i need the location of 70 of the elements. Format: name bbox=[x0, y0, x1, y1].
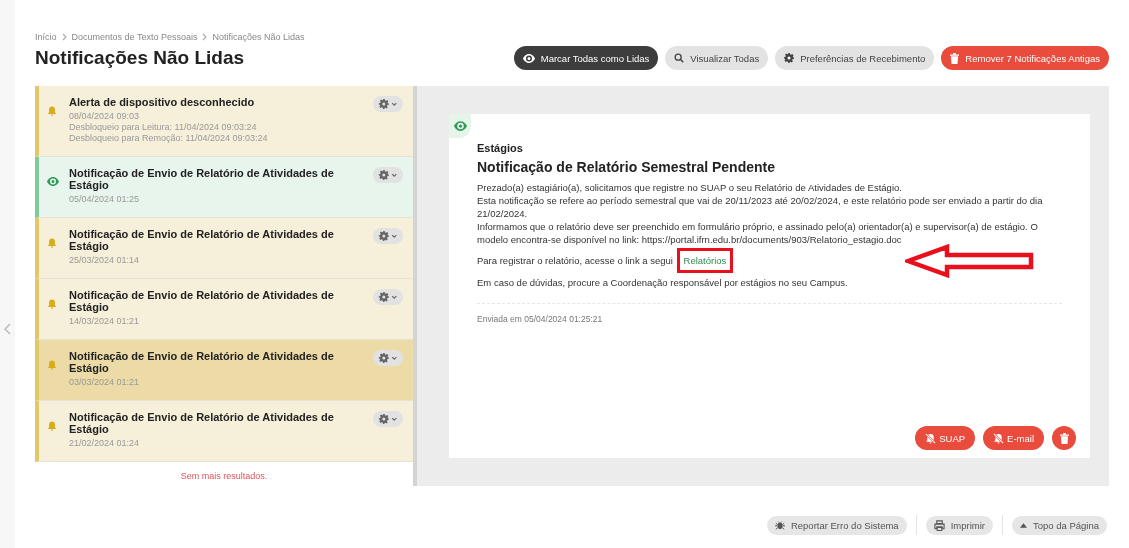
bell-icon bbox=[47, 421, 57, 431]
mute-button[interactable]: SUAP bbox=[915, 426, 976, 450]
search-icon bbox=[674, 53, 685, 63]
action-button[interactable]: Remover 7 Notificações Antigas bbox=[941, 46, 1109, 70]
message-paragraph: Esta notificação se refere ao período semestral que vai de 20/11/2023 até 20/02/2024, e este relatório pode ser enviado a partir do dia 21/02/2024. bbox=[477, 194, 1044, 220]
category-label: Estágios bbox=[477, 142, 524, 154]
notification-title: Notificação de Envio de Relatório de Atividades de Estágio bbox=[69, 228, 334, 252]
message-paragraph: Em caso de dúvidas, procure a Coordenação responsável por estágios no seu Campus. bbox=[477, 276, 849, 289]
bell-icon bbox=[47, 299, 57, 309]
bell-slash-icon bbox=[993, 432, 1005, 444]
bell-icon bbox=[47, 238, 57, 248]
eye-icon bbox=[449, 114, 471, 138]
breadcrumb-link[interactable]: Início bbox=[35, 32, 57, 42]
settings-dropdown-button[interactable] bbox=[373, 289, 403, 305]
notification-date: 25/03/2024 01:14 bbox=[69, 255, 141, 265]
breadcrumb-link[interactable]: Documentos de Texto Pessoais bbox=[71, 32, 198, 42]
settings-dropdown-button[interactable] bbox=[373, 167, 403, 183]
notification-detail: Desbloqueio para Leitura: 11/04/2024 09:03:24 bbox=[69, 122, 258, 132]
notification-date: 21/02/2024 01:24 bbox=[69, 438, 141, 448]
message-paragraph: Prezado(a) estagiário(a), solicitamos que registre no SUAP o seu Relatório de Atividades de Estágio. bbox=[477, 181, 903, 194]
bell-icon bbox=[47, 360, 57, 370]
notification-title: Notificação de Envio de Relatório de Atividades de Estágio bbox=[69, 167, 334, 191]
delete-button[interactable] bbox=[1052, 426, 1076, 450]
settings-dropdown-button[interactable] bbox=[373, 350, 403, 366]
eye-icon bbox=[522, 53, 535, 63]
message-paragraph: Informamos que o relatório deve ser preenchido em formulário próprio, e assinado pelo(a) orientador(a) e supervisor(a) de estágio. O modelo encontra-se disponível no link: https://portal.ifrn.edu.br/documents/903/Relatorio_estagio.doc bbox=[477, 220, 1039, 246]
breadcrumb-link[interactable]: Notificações Não Lidas bbox=[212, 32, 305, 42]
chevron-right-icon bbox=[61, 33, 67, 41]
reports-link[interactable]: Relatórios bbox=[683, 255, 727, 266]
notification-detail: Desbloqueio para Remoção: 11/04/2024 09:03:24 bbox=[69, 133, 269, 143]
bell-icon bbox=[47, 106, 57, 116]
page-title: Notificações Não Lidas bbox=[35, 47, 245, 69]
notification-item[interactable]: Notificação de Envio de Relatório de Atividades de Estágio 14/03/2024 01:21 bbox=[35, 279, 413, 340]
eye-icon bbox=[47, 177, 59, 186]
notification-date: 03/03/2024 01:21 bbox=[69, 377, 141, 387]
no-more-results-text: Sem mais resultados. bbox=[179, 471, 269, 481]
notification-item[interactable]: Notificação de Envio de Relatório de Atividades de Estágio 21/02/2024 01:24 bbox=[35, 401, 413, 462]
footer-button[interactable]: Topo da Página bbox=[1011, 515, 1107, 535]
trash-icon bbox=[950, 52, 960, 64]
message-paragraph: Para registrar o relatório, acesse o link a segui bbox=[477, 255, 673, 266]
printer-icon bbox=[933, 519, 945, 531]
notification-title: Alerta de dispositivo desconhecido bbox=[69, 96, 256, 108]
notification-date: 08/04/2024 09:03 bbox=[69, 111, 141, 121]
highlight-box bbox=[676, 248, 734, 273]
bell-slash-icon bbox=[925, 432, 937, 444]
notification-item[interactable]: Notificação de Envio de Relatório de Atividades de Estágio 05/04/2024 01:25 bbox=[35, 157, 413, 218]
chevron-right-icon bbox=[202, 33, 208, 41]
action-button[interactable]: Visualizar Todas bbox=[665, 46, 769, 70]
notification-item[interactable]: Notificação de Envio de Relatório de Atividades de Estágio 25/03/2024 01:14 bbox=[35, 218, 413, 279]
notification-title: Notificação de Envio de Relatório de Atividades de Estágio bbox=[69, 289, 334, 313]
notification-title: Notificação de Envio de Relatório de Atividades de Estágio bbox=[69, 411, 334, 435]
mute-button[interactable]: E-mail bbox=[983, 426, 1044, 450]
sent-date: Enviada em 05/04/2024 01:25:21 bbox=[477, 314, 604, 324]
settings-dropdown-button[interactable] bbox=[373, 411, 403, 427]
action-button[interactable]: Marcar Todas como Lidas bbox=[513, 46, 659, 70]
notification-item[interactable]: Alerta de dispositivo desconhecido 08/04/2024 09:03 Desbloqueio para Leitura: 11/04/2024 09:03:24 Desbloqueio para Remoção: 11/04/2024 09:03:24 bbox=[35, 86, 413, 157]
notification-item[interactable]: Notificação de Envio de Relatório de Atividades de Estágio 03/03/2024 01:21 bbox=[35, 340, 413, 401]
settings-dropdown-button[interactable] bbox=[373, 96, 403, 112]
action-button[interactable]: Preferências de Recebimento bbox=[775, 46, 935, 70]
caret-up-icon bbox=[1019, 522, 1027, 528]
footer-button[interactable]: Reportar Erro do Sistema bbox=[766, 515, 907, 535]
notification-date: 14/03/2024 01:21 bbox=[69, 316, 141, 326]
bug-icon bbox=[774, 520, 785, 530]
trash-icon bbox=[1059, 432, 1069, 444]
settings-icon bbox=[784, 53, 795, 63]
notification-heading: Notificação de Relatório Semestral Pendente bbox=[477, 159, 776, 175]
notification-title: Notificação de Envio de Relatório de Atividades de Estágio bbox=[69, 350, 334, 374]
footer-button[interactable]: Imprimir bbox=[925, 515, 993, 535]
settings-dropdown-button[interactable] bbox=[373, 228, 403, 244]
notification-date: 05/04/2024 01:25 bbox=[69, 194, 141, 204]
